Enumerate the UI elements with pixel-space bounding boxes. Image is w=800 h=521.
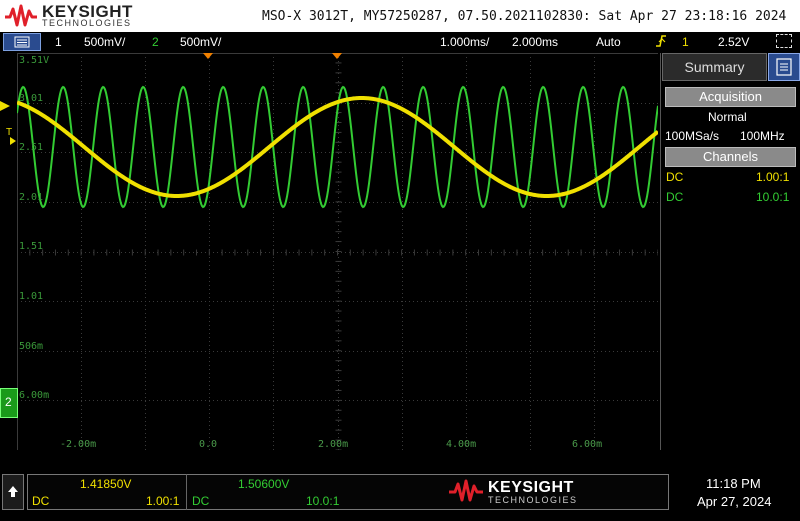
- panel-toggle-button[interactable]: [768, 53, 800, 81]
- y-label: 3.01: [19, 93, 44, 104]
- channels-header[interactable]: Channels: [665, 147, 796, 167]
- trigger-mode[interactable]: Auto: [596, 35, 621, 49]
- trigger-edge-icon[interactable]: [654, 33, 668, 52]
- ch1-measurement[interactable]: 1.41850V: [80, 477, 131, 491]
- ch1-ground-marker[interactable]: [0, 98, 10, 111]
- ch1-meas-probe: 1.00:1: [146, 494, 180, 508]
- keysight-logo-icon: [5, 4, 37, 27]
- ch2-marker-label: 2: [5, 395, 12, 409]
- time-scale[interactable]: 2.000ms: [512, 35, 558, 49]
- bandwidth: 100MHz: [740, 129, 785, 143]
- acquisition-mode: Normal: [708, 110, 747, 124]
- touch-off-icon[interactable]: [776, 34, 792, 48]
- ch2-coupling: DC: [666, 190, 684, 204]
- trigger-level-marker[interactable]: T: [0, 125, 16, 145]
- ch2-probe: 10.0:1: [756, 190, 790, 204]
- ch1-coupling: DC: [666, 170, 684, 184]
- ch2-ground-marker[interactable]: 2: [0, 388, 18, 418]
- x-label: 2.00m: [318, 439, 349, 450]
- up-arrow-icon: [8, 486, 18, 497]
- y-label: 6.00m: [19, 390, 50, 401]
- summary-tab[interactable]: Summary: [662, 53, 767, 81]
- clock-date: Apr 27, 2024: [697, 494, 772, 509]
- trigger-source[interactable]: 1: [682, 35, 689, 49]
- time-reference-marker: [332, 53, 342, 59]
- clock-time: 11:18 PM: [706, 476, 761, 491]
- ch2-number[interactable]: 2: [152, 35, 159, 49]
- footer-brand-subtitle: TECHNOLOGIES: [488, 495, 578, 505]
- ch2-waveform: [16, 85, 659, 209]
- x-label: -2.00m: [60, 439, 97, 450]
- divider: [186, 474, 187, 510]
- y-label: 3.51V: [19, 55, 50, 66]
- ch1-number[interactable]: 1: [55, 35, 62, 49]
- ch2-meas-probe: 10.0:1: [306, 494, 340, 508]
- ch2-scale[interactable]: 500mV/: [180, 35, 221, 49]
- expand-button[interactable]: [2, 474, 24, 510]
- acquisition-header[interactable]: Acquisition: [665, 87, 796, 107]
- trigger-position-marker: [203, 53, 213, 59]
- brand-subtitle: TECHNOLOGIES: [42, 18, 132, 28]
- x-label: 6.00m: [572, 439, 603, 450]
- ch1-probe: 1.00:1: [756, 170, 790, 184]
- y-label: 1.51: [19, 241, 44, 252]
- waveform-display[interactable]: [16, 52, 660, 451]
- trigger-marker-label: T: [6, 127, 12, 138]
- x-label: 4.00m: [446, 439, 477, 450]
- menu-button[interactable]: [3, 33, 41, 51]
- ch2-measurement[interactable]: 1.50600V: [238, 477, 289, 491]
- y-label: 2.01: [19, 192, 44, 203]
- panel-icon: [776, 58, 792, 76]
- trigger-level[interactable]: 2.52V: [718, 35, 749, 49]
- waveform-graticule: [16, 52, 660, 451]
- ch1-meas-coupling: DC: [32, 494, 50, 508]
- ch1-scale[interactable]: 500mV/: [84, 35, 125, 49]
- sample-rate: 100MSa/s: [665, 129, 720, 143]
- scope-info: MSO-X 3012T, MY57250287, 07.50.202110283…: [262, 9, 787, 24]
- time-delay[interactable]: 1.000ms/: [440, 35, 489, 49]
- y-label: 2.51: [19, 142, 44, 153]
- keysight-logo-icon: [449, 479, 483, 502]
- menu-icon: [14, 36, 30, 48]
- x-label: 0.0: [199, 439, 218, 450]
- y-label: 1.01: [19, 291, 44, 302]
- ch2-meas-coupling: DC: [192, 494, 210, 508]
- y-label: 506m: [19, 341, 44, 352]
